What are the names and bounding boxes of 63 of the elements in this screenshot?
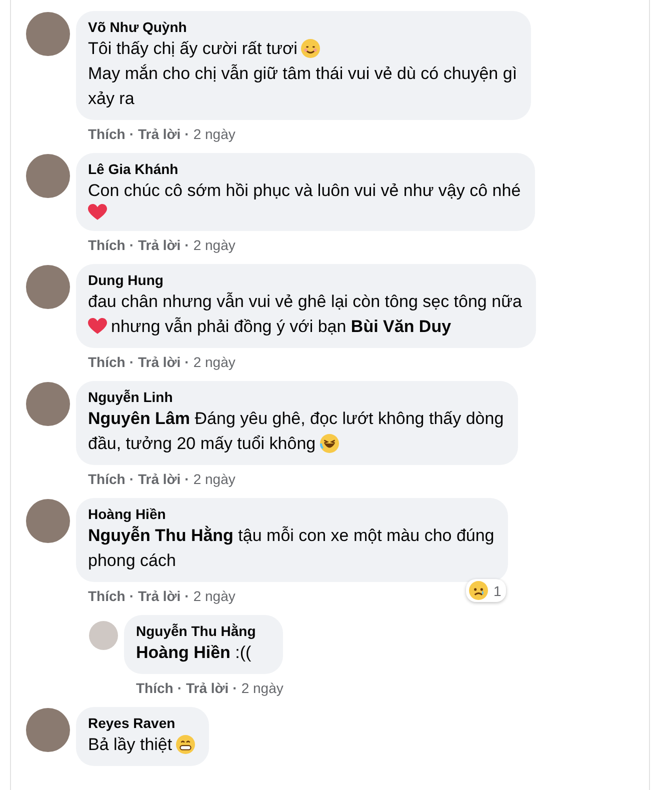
comment-text: Con chúc cô sớm hồi phục và luôn vui vẻ như vậy cô nhé	[88, 180, 521, 202]
laughing-face-icon	[320, 434, 339, 453]
like-link[interactable]: Thích	[88, 236, 126, 254]
author-name[interactable]: Võ Như Quỳnh	[88, 18, 518, 36]
separator-dot: ·	[129, 125, 134, 143]
author-name[interactable]: Nguyễn Thu Hằng	[136, 622, 270, 640]
comment-text: xảy ra	[88, 88, 134, 110]
avatar-photo[interactable]	[26, 708, 70, 752]
reply-link[interactable]: Trả lời	[138, 353, 181, 371]
reply-link[interactable]: Trả lời	[186, 679, 229, 697]
comment-text: đau chân nhưng vẫn vui vẻ ghê lại còn tông sẹc tông nữa	[88, 291, 522, 313]
comment-text: May mắn cho chị vẫn giữ tâm thái vui vẻ dù có chuyện gì	[88, 63, 518, 85]
comment-text: đầu, tưởng 20 mấy tuổi không	[88, 433, 316, 455]
author-name[interactable]: Reyes Raven	[88, 714, 196, 732]
comment-text: Bả lầy thiệt	[88, 734, 172, 756]
separator-dot: ·	[232, 679, 238, 697]
separator-dot: ·	[184, 125, 190, 143]
like-link[interactable]: Thích	[88, 125, 126, 143]
reply-link[interactable]: Trả lời	[138, 587, 181, 605]
author-name[interactable]: Dung Hung	[88, 271, 522, 289]
like-link[interactable]: Thích	[88, 353, 126, 371]
separator-dot: ·	[129, 587, 134, 605]
timestamp[interactable]: 2 ngày	[241, 679, 284, 697]
separator-dot: ·	[184, 353, 190, 371]
separator-dot: ·	[129, 353, 134, 371]
reply-link[interactable]: Trả lời	[138, 470, 181, 488]
separator-dot: ·	[184, 236, 190, 254]
avatar-photo[interactable]	[26, 154, 70, 198]
comment-text: Hoàng Hiền :((	[136, 642, 252, 664]
avatar-photo[interactable]	[26, 265, 70, 309]
like-link[interactable]: Thích	[136, 679, 174, 697]
avatar-photo[interactable]	[26, 382, 70, 426]
sad-face-icon	[469, 581, 488, 600]
smiling-face-icon	[301, 39, 320, 58]
avatar-photo[interactable]	[26, 499, 70, 543]
heart-icon	[88, 317, 107, 336]
reply-link[interactable]: Trả lời	[138, 125, 181, 143]
author-name[interactable]: Hoàng Hiền	[88, 505, 494, 523]
separator-dot: ·	[177, 679, 182, 697]
heart-icon	[88, 203, 107, 222]
separator-dot: ·	[184, 470, 190, 488]
timestamp[interactable]: 2 ngày	[193, 470, 236, 488]
avatar-photo[interactable]	[26, 12, 70, 56]
comment-text: phong cách	[88, 550, 176, 572]
timestamp[interactable]: 2 ngày	[193, 236, 236, 254]
separator-dot: ·	[184, 587, 190, 605]
reaction-badge[interactable]: 1	[466, 579, 506, 602]
timestamp[interactable]: 2 ngày	[193, 353, 236, 371]
comment-text: Nguyễn Thu Hằng tậu mỗi con xe một màu cho đúng	[88, 524, 494, 547]
like-link[interactable]: Thích	[88, 587, 126, 605]
comment-text: Nguyên Lâm Đáng yêu ghê, đọc lướt không thấy dòng	[88, 408, 504, 430]
timestamp[interactable]: 2 ngày	[193, 125, 236, 143]
separator-dot: ·	[129, 236, 134, 254]
comment-text: Tôi thấy chị ấy cười rất tươi	[88, 38, 298, 60]
separator-dot: ·	[129, 470, 134, 488]
timestamp[interactable]: 2 ngày	[193, 587, 236, 605]
comment-text: nhưng vẫn phải đồng ý với bạn Bùi Văn Duy	[111, 316, 452, 338]
author-name[interactable]: Lê Gia Khánh	[88, 160, 521, 178]
reply-link[interactable]: Trả lời	[138, 236, 181, 254]
author-name[interactable]: Nguyễn Linh	[88, 388, 504, 406]
like-link[interactable]: Thích	[88, 470, 126, 488]
reaction-count: 1	[493, 582, 502, 598]
grinning-face-icon	[176, 735, 196, 754]
